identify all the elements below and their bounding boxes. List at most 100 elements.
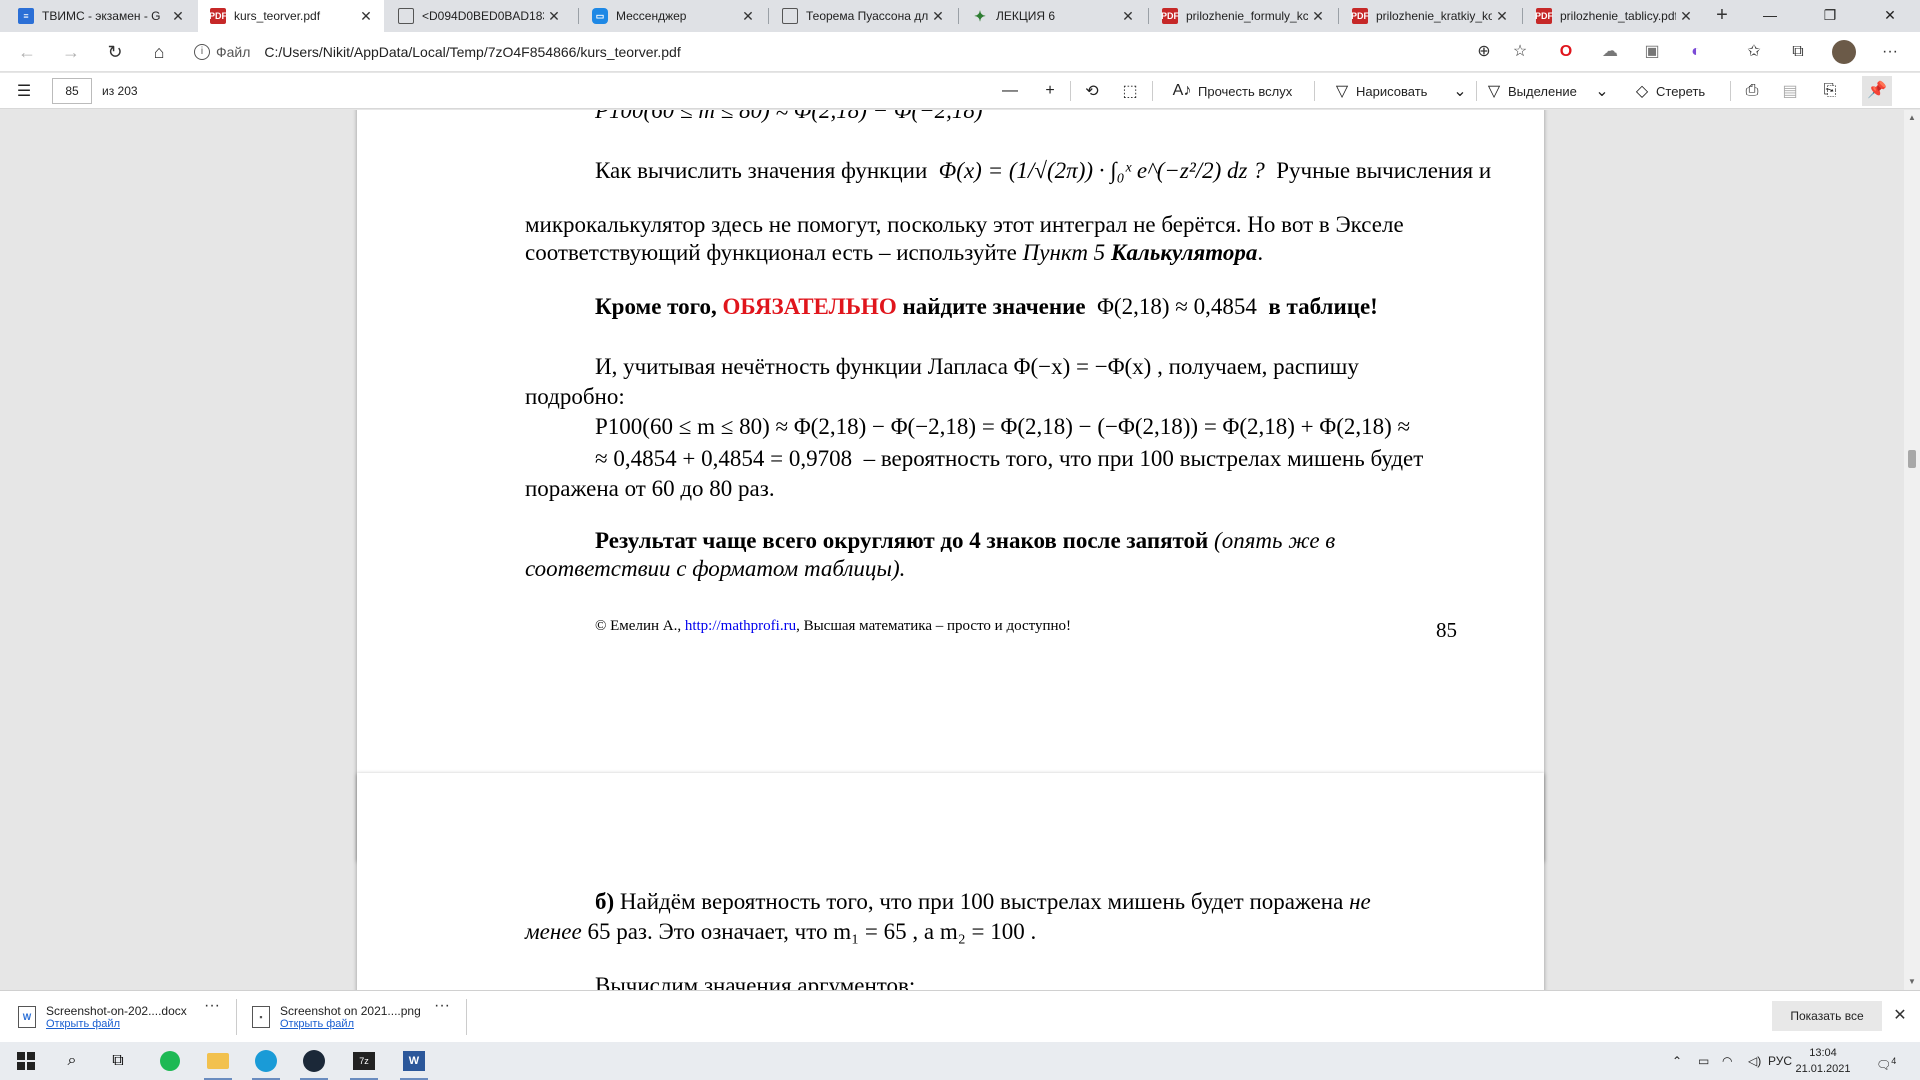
close-icon[interactable]: ✕ bbox=[928, 8, 948, 25]
tab-title: prilozhenie_kratkiy_kor bbox=[1376, 9, 1492, 23]
tab-tablicy[interactable]: PDF prilozhenie_tablicy.pdf ✕ bbox=[1524, 0, 1704, 32]
open-file-link[interactable]: Открыть файл bbox=[280, 1018, 421, 1030]
favorites-icon[interactable]: ✩ bbox=[1742, 40, 1766, 64]
windows-start-icon[interactable] bbox=[8, 1047, 44, 1075]
close-window-button[interactable]: ✕ bbox=[1860, 0, 1920, 32]
address-bar: ← → ↻ ⌂ i Файл C:/Users/Nikit/AppData/Lo… bbox=[0, 32, 1920, 72]
edge-icon[interactable] bbox=[248, 1047, 284, 1080]
tab-strip: ≡ ТВИМС - экзамен - G ✕ PDF kurs_teorver… bbox=[0, 0, 1920, 32]
close-icon[interactable]: ✕ bbox=[544, 8, 564, 25]
page-number-input[interactable]: 85 bbox=[52, 78, 92, 104]
forward-button[interactable]: → bbox=[56, 37, 86, 67]
close-icon[interactable]: ✕ bbox=[1308, 8, 1328, 25]
taskbar: ⌕ ⧉ 7z W ⌃ ▭ ◠ ◁) РУС 13:04 21.01.2021 🗨… bbox=[0, 1042, 1920, 1080]
print-button[interactable]: ⎙ bbox=[1740, 73, 1764, 109]
extension-icon[interactable]: ◐ bbox=[1684, 40, 1708, 64]
text-span: © Емелин А., bbox=[595, 618, 682, 634]
collections-icon[interactable]: ⧉ bbox=[1786, 40, 1810, 64]
volume-icon[interactable]: ◁) bbox=[1748, 1042, 1761, 1080]
contents-button[interactable]: ☰ bbox=[12, 73, 36, 109]
fit-page-icon: ⬚ bbox=[1122, 83, 1138, 100]
toolbar-separator bbox=[1314, 81, 1315, 101]
read-aloud-button[interactable]: A♪ Прочесть вслух bbox=[1170, 73, 1293, 109]
steam-icon[interactable] bbox=[296, 1047, 332, 1080]
close-icon[interactable]: ✕ bbox=[356, 8, 376, 25]
pin-toolbar-button[interactable]: 📌 bbox=[1862, 76, 1892, 106]
close-icon[interactable]: ✕ bbox=[1118, 8, 1138, 25]
refresh-button[interactable]: ↻ bbox=[100, 37, 130, 67]
highlight-dropdown[interactable]: ⌄ bbox=[1590, 73, 1614, 109]
info-icon[interactable]: i bbox=[194, 44, 210, 60]
tab-separator bbox=[1338, 8, 1339, 24]
scrollbar-thumb[interactable] bbox=[1908, 450, 1916, 468]
tab-kratkiy[interactable]: PDF prilozhenie_kratkiy_kor ✕ bbox=[1340, 0, 1520, 32]
spotify-icon[interactable] bbox=[152, 1047, 188, 1075]
text-span: б) bbox=[595, 889, 615, 914]
draw-button[interactable]: ▽ Нарисовать bbox=[1330, 73, 1428, 109]
minus-icon: — bbox=[1002, 82, 1018, 99]
search-icon[interactable]: ⌕ bbox=[54, 1047, 90, 1075]
restore-button[interactable]: ❐ bbox=[1800, 0, 1860, 32]
notification-center-icon[interactable]: 🗨4 bbox=[1876, 1042, 1896, 1080]
close-icon[interactable]: ✕ bbox=[1676, 8, 1696, 25]
more-icon[interactable]: ··· bbox=[1878, 40, 1902, 64]
rotate-button[interactable]: ⟲ bbox=[1080, 73, 1104, 109]
scroll-down-icon[interactable]: ▼ bbox=[1904, 974, 1920, 990]
download-more-button[interactable]: ··· bbox=[204, 997, 220, 1015]
save-as-button[interactable]: ⎘ bbox=[1818, 73, 1842, 109]
tab-poisson[interactable]: Теорема Пуассона дл ✕ bbox=[770, 0, 956, 32]
url-text[interactable]: C:/Users/Nikit/AppData/Local/Temp/7zO4F8… bbox=[264, 44, 680, 60]
highlight-button[interactable]: ▽ Выделение bbox=[1482, 73, 1577, 109]
save-button[interactable]: ▤ bbox=[1778, 73, 1802, 109]
close-icon[interactable]: ✕ bbox=[168, 8, 188, 25]
toolbar-separator bbox=[1152, 81, 1153, 101]
download-item[interactable]: ▪ Screenshot on 2021....png Открыть файл bbox=[252, 997, 421, 1037]
url-field[interactable]: i Файл C:/Users/Nikit/AppData/Local/Temp… bbox=[194, 36, 1534, 68]
task-view-icon[interactable]: ⧉ bbox=[100, 1047, 136, 1075]
opera-icon[interactable]: O bbox=[1554, 40, 1578, 64]
erase-button[interactable]: ◇ Стереть bbox=[1630, 73, 1705, 109]
tab-tvims[interactable]: ≡ ТВИМС - экзамен - G ✕ bbox=[6, 0, 196, 32]
scroll-up-icon[interactable]: ▲ bbox=[1904, 110, 1920, 126]
tab-lecture-6[interactable]: ✦ ЛЕКЦИЯ 6 ✕ bbox=[960, 0, 1146, 32]
close-icon[interactable]: ✕ bbox=[1492, 8, 1512, 25]
tab-d094[interactable]: <D094D0BED0BAD183 ✕ bbox=[386, 0, 572, 32]
favorite-star-icon[interactable]: ☆ bbox=[1508, 40, 1532, 64]
zoom-in-button[interactable]: + bbox=[1038, 73, 1062, 109]
open-file-link[interactable]: Открыть файл bbox=[46, 1018, 187, 1030]
new-tab-button[interactable]: + bbox=[1706, 0, 1738, 32]
extension-icon[interactable]: ☁ bbox=[1598, 40, 1622, 64]
7zip-icon[interactable]: 7z bbox=[346, 1047, 382, 1080]
file-explorer-icon[interactable] bbox=[200, 1047, 236, 1080]
tray-chevron-icon[interactable]: ⌃ bbox=[1672, 1042, 1682, 1080]
draw-dropdown[interactable]: ⌄ bbox=[1448, 73, 1472, 109]
download-more-button[interactable]: ··· bbox=[434, 997, 450, 1015]
fit-page-button[interactable]: ⬚ bbox=[1118, 73, 1142, 109]
tab-messenger[interactable]: ▭ Мессенджер ✕ bbox=[580, 0, 766, 32]
messenger-icon: ▭ bbox=[592, 8, 608, 24]
close-icon[interactable]: ✕ bbox=[738, 8, 758, 25]
close-download-bar-button[interactable]: ✕ bbox=[1890, 1001, 1910, 1031]
footer-link[interactable]: http://mathprofi.ru bbox=[685, 618, 796, 634]
text-span: Результат чаще всего округляют до 4 знак… bbox=[595, 528, 1209, 553]
page-icon bbox=[782, 8, 798, 24]
zoom-icon[interactable]: ⊕ bbox=[1472, 40, 1496, 64]
extension-icon[interactable]: ▣ bbox=[1640, 40, 1664, 64]
download-item[interactable]: W Screenshot-on-202....docx Открыть файл bbox=[18, 997, 187, 1037]
battery-icon[interactable]: ▭ bbox=[1698, 1042, 1709, 1080]
avatar[interactable] bbox=[1832, 40, 1856, 64]
pdf-viewer[interactable]: P100(60 ≤ m ≤ 80) ≈ Φ(2,18) − Φ(−2,18) К… bbox=[0, 110, 1904, 990]
wifi-icon[interactable]: ◠ bbox=[1722, 1042, 1732, 1080]
tab-kurs-teorver[interactable]: PDF kurs_teorver.pdf ✕ bbox=[198, 0, 384, 32]
vertical-scrollbar[interactable]: ▲ ▼ bbox=[1904, 110, 1920, 990]
home-button[interactable]: ⌂ bbox=[144, 37, 174, 67]
word-icon[interactable]: W bbox=[396, 1047, 432, 1080]
show-all-downloads-button[interactable]: Показать все bbox=[1772, 1001, 1882, 1031]
highlight-label: Выделение bbox=[1508, 83, 1577, 99]
tab-formuly[interactable]: PDF prilozhenie_formuly_kc ✕ bbox=[1150, 0, 1336, 32]
zoom-out-button[interactable]: — bbox=[998, 73, 1022, 109]
text-span: найдите значение bbox=[902, 294, 1086, 319]
back-button[interactable]: ← bbox=[12, 37, 42, 67]
minimize-button[interactable]: — bbox=[1740, 0, 1800, 32]
clock[interactable]: 13:04 21.01.2021 bbox=[1788, 1045, 1858, 1077]
